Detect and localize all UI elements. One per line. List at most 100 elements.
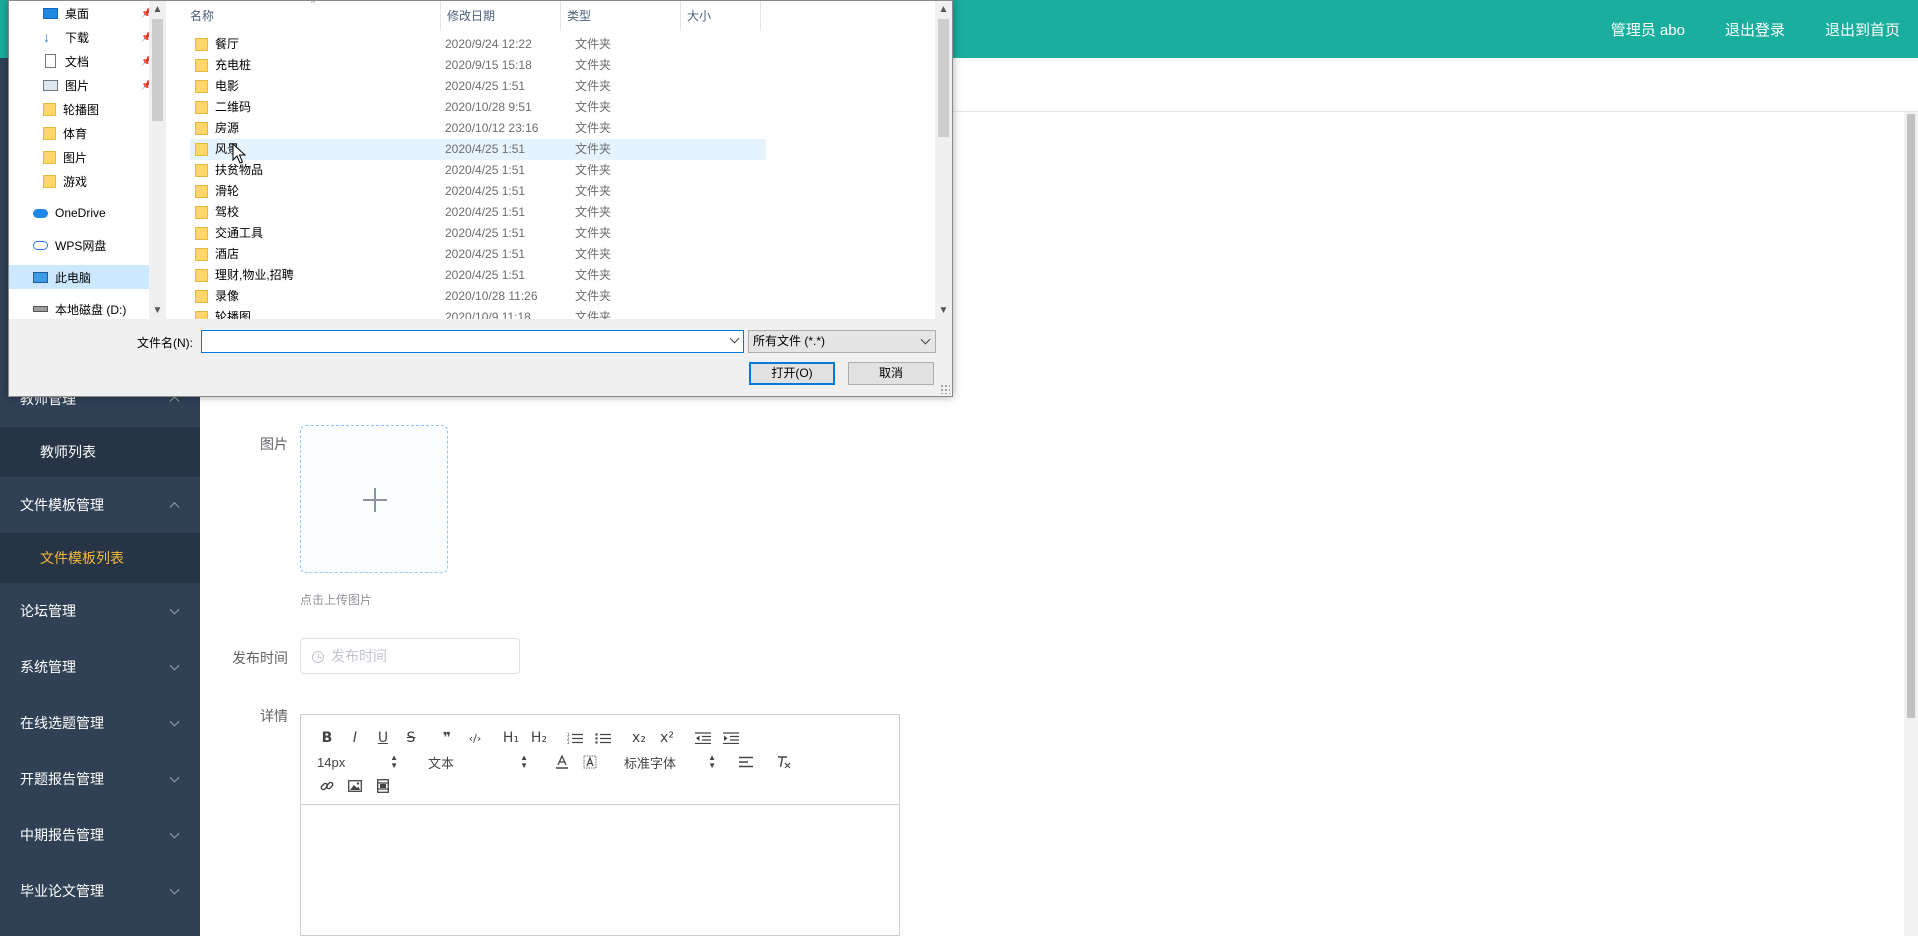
file-row[interactable]: 理财,物业,招聘 2020/4/25 1:51 文件夹 [190,265,766,286]
nav-item-carousel[interactable]: 轮播图 [43,97,99,121]
outdent-icon [695,732,711,744]
clear-format-button[interactable] [770,751,798,773]
file-name: 录像 [195,286,239,307]
image-uploader[interactable] [300,425,448,573]
nav-label: 文档 [65,54,90,69]
font-family-select[interactable]: 标准字体 ▲ ▼ [624,751,716,773]
file-name-text: 交通工具 [215,226,264,240]
filetype-select[interactable]: 所有文件 (*.*) [748,330,936,353]
column-header-size[interactable]: 大小 [681,1,761,31]
nav-label: 体育 [63,126,88,141]
code-block-button[interactable]: ‹/› [461,727,489,749]
file-row[interactable]: 酒店 2020/4/25 1:51 文件夹 [190,244,766,265]
file-row[interactable]: 房源 2020/10/12 23:16 文件夹 [190,118,766,139]
superscript-button[interactable]: x² [653,727,681,749]
file-row[interactable]: 交通工具 2020/4/25 1:51 文件夹 [190,223,766,244]
nav-item-pictures[interactable]: 图片 📌 [43,73,149,97]
strike-button[interactable]: S [397,727,425,749]
blockquote-button[interactable]: ❞ [433,727,461,749]
bullet-list-button[interactable] [589,727,617,749]
nav-item-onedrive[interactable]: OneDrive [33,201,106,225]
publish-time-input[interactable] [331,639,511,673]
file-row[interactable]: 二维码 2020/10/28 9:51 文件夹 [190,97,766,118]
nav-label: WPS网盘 [55,238,107,253]
menu-midterm-report-management[interactable]: 中期报告管理 [0,807,200,863]
ordered-list-button[interactable]: 123 [561,727,589,749]
publish-time-picker[interactable] [300,638,520,674]
page-scrollbar[interactable] [1904,112,1918,936]
video-button[interactable] [369,775,397,797]
nav-item-desktop[interactable]: 桌面 📌 [43,1,149,25]
scroll-down-arrow-icon[interactable]: ▼ [935,302,952,319]
admin-user-link[interactable]: 管理员 abo [1611,19,1685,40]
file-scrollbar-thumb[interactable] [938,19,949,137]
file-row[interactable]: 录像 2020/10/28 11:26 文件夹 [190,286,766,307]
filename-combobox[interactable] [201,330,744,353]
menu-proposal-report-management[interactable]: 开题报告管理 [0,751,200,807]
nav-item-games[interactable]: 游戏 [43,169,87,193]
column-header-name[interactable]: 名称 [184,1,441,31]
menu-forum-management[interactable]: 论坛管理 [0,583,200,639]
toolbar-row-1: B I U S ❞ ‹/› H₁ H₂ 123 x₂ x² [313,727,745,749]
align-button[interactable] [732,751,760,773]
nav-label: OneDrive [55,206,106,220]
logout-link[interactable]: 退出登录 [1725,19,1785,40]
updown-arrow-icon: ▲ ▼ [390,753,398,770]
scroll-up-arrow-icon[interactable]: ▲ [935,1,952,18]
nav-item-sports[interactable]: 体育 [43,121,87,145]
file-row[interactable]: 滑轮 2020/4/25 1:51 文件夹 [190,181,766,202]
subscript-button[interactable]: x₂ [625,727,653,749]
page-scrollbar-thumb[interactable] [1907,114,1915,718]
scroll-down-arrow-icon[interactable]: ▼ [149,302,166,319]
file-row[interactable]: 轮播图 2020/10/9 11:18 文件夹 [190,307,766,319]
underline-button[interactable]: U [369,727,397,749]
heading-2-button[interactable]: H₂ [525,727,553,749]
nav-item-wps-cloud[interactable]: WPS网盘 [33,233,106,257]
file-row[interactable]: 充电桩 2020/9/15 15:18 文件夹 [190,55,766,76]
file-row[interactable]: 电影 2020/4/25 1:51 文件夹 [190,76,766,97]
resize-grip-icon[interactable] [940,384,950,394]
menu-thesis-management[interactable]: 毕业论文管理 [0,863,200,919]
italic-button[interactable]: I [341,727,369,749]
filename-input[interactable] [204,333,719,350]
file-row[interactable]: 驾校 2020/4/25 1:51 文件夹 [190,202,766,223]
menu-file-template-management[interactable]: 文件模板管理 [0,477,200,533]
column-header-modified[interactable]: 修改日期 [441,1,561,31]
chevron-down-icon[interactable] [729,333,740,344]
menu-online-topic-management[interactable]: 在线选题管理 [0,695,200,751]
file-name: 理财,物业,招聘 [195,265,294,286]
background-color-button[interactable] [576,751,604,773]
file-row[interactable]: 扶贫物品 2020/4/25 1:51 文件夹 [190,160,766,181]
file-name-text: 房源 [215,121,240,135]
submenu-teacher-list[interactable]: 教师列表 [0,427,200,477]
text-style-select[interactable]: 文本 ▲ ▼ [428,751,528,773]
file-row[interactable]: 餐厅 2020/9/24 12:22 文件夹 [190,34,766,55]
indent-button[interactable] [717,727,745,749]
outdent-button[interactable] [689,727,717,749]
nav-item-this-pc[interactable]: 此电脑 [9,265,149,289]
image-button[interactable] [341,775,369,797]
bold-button[interactable]: B [313,727,341,749]
pin-icon: 📌 [141,31,149,42]
exit-to-home-link[interactable]: 退出到首页 [1825,19,1900,40]
scroll-up-arrow-icon[interactable]: ▲ [149,1,166,18]
nav-scrollbar-thumb[interactable] [152,19,163,121]
link-button[interactable] [313,775,341,797]
font-size-select[interactable]: 14px ▲ ▼ [313,751,398,773]
file-name-text: 餐厅 [215,37,240,51]
submenu-file-template-list[interactable]: 文件模板列表 [0,533,200,583]
font-color-button[interactable] [548,751,576,773]
file-row[interactable]: 风景 2020/4/25 1:51 文件夹 [190,139,766,160]
file-list-scrollbar[interactable]: ▲ ▼ [935,1,952,319]
nav-item-downloads[interactable]: ↓ 下载 📌 [43,25,149,49]
nav-item-images-folder[interactable]: 图片 [43,145,87,169]
nav-item-documents[interactable]: 文档 📌 [43,49,149,73]
nav-item-local-disk-d[interactable]: 本地磁盘 (D:) [33,297,126,319]
cancel-button[interactable]: 取消 [848,362,934,385]
heading-1-button[interactable]: H₁ [497,727,525,749]
menu-system-management[interactable]: 系统管理 [0,639,200,695]
nav-label: 游戏 [63,174,88,189]
column-header-type[interactable]: 类型 [561,1,681,31]
open-button[interactable]: 打开(O) [749,362,835,385]
nav-scrollbar[interactable]: ▲ ▼ [149,1,166,319]
